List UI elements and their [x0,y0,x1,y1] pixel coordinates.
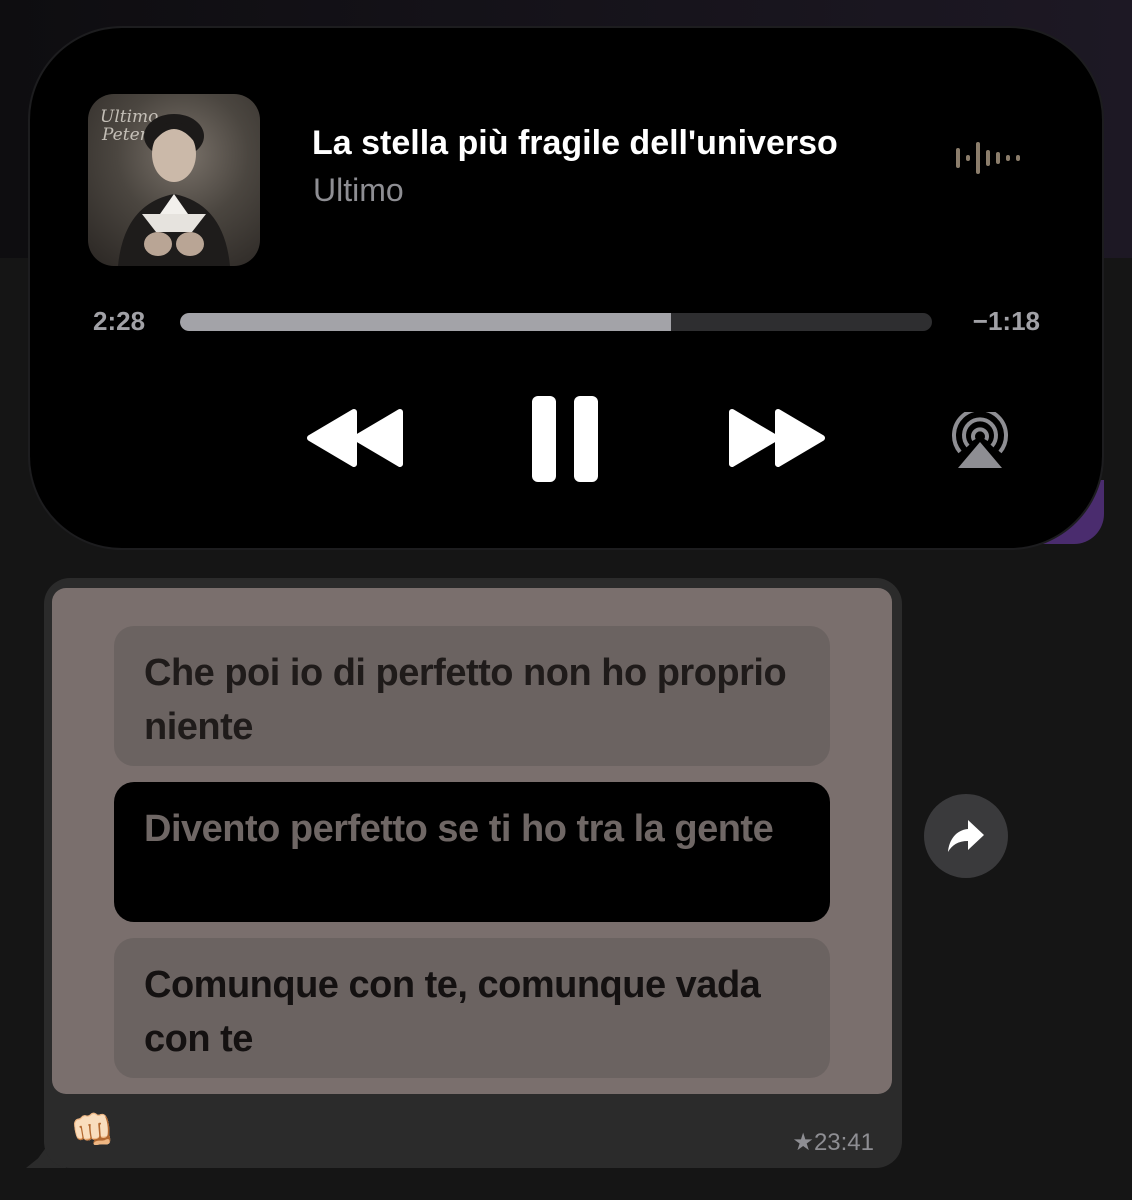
song-title: La stella più fragile dell'universo [312,124,838,162]
now-playing-player[interactable]: Ultimo Peter Pan La stella più fragile d… [30,28,1102,548]
share-forward-button[interactable] [924,794,1008,878]
progress-bar[interactable] [180,313,932,331]
remaining-time: −1:18 [972,306,1040,336]
waveform-icon [956,142,1020,174]
pause-button[interactable] [530,394,600,484]
pause-icon [532,396,598,482]
lyric-line-1: Che poi io di perfetto non ho proprio ni… [114,626,830,766]
rewind-button[interactable] [306,408,406,468]
album-art[interactable]: Ultimo Peter Pan [88,94,260,266]
message-emoji: 👊🏻 [70,1109,115,1150]
song-artist: Ultimo [313,172,404,208]
progress-fill [180,313,672,331]
lyric-line-2-highlighted: Divento perfetto se ti ho tra la gente [114,782,830,922]
elapsed-time: 2:28 [93,306,146,336]
forward-icon [729,409,825,467]
backward-icon [307,409,403,467]
message-timestamp: ★23:41 [792,1129,874,1156]
screen: Ultimo Peter Pan La stella più fragile d… [0,0,1132,1200]
album-art-figure [118,114,230,266]
forward-button[interactable] [726,408,826,468]
airplay-icon [952,407,1008,468]
forward-arrow-icon [948,820,984,852]
airplay-button[interactable] [948,407,1012,470]
lyrics-card[interactable]: Che poi io di perfetto non ho proprio ni… [52,588,892,1094]
lyric-line-3: Comunque con te, comunque vada con te [114,938,830,1078]
